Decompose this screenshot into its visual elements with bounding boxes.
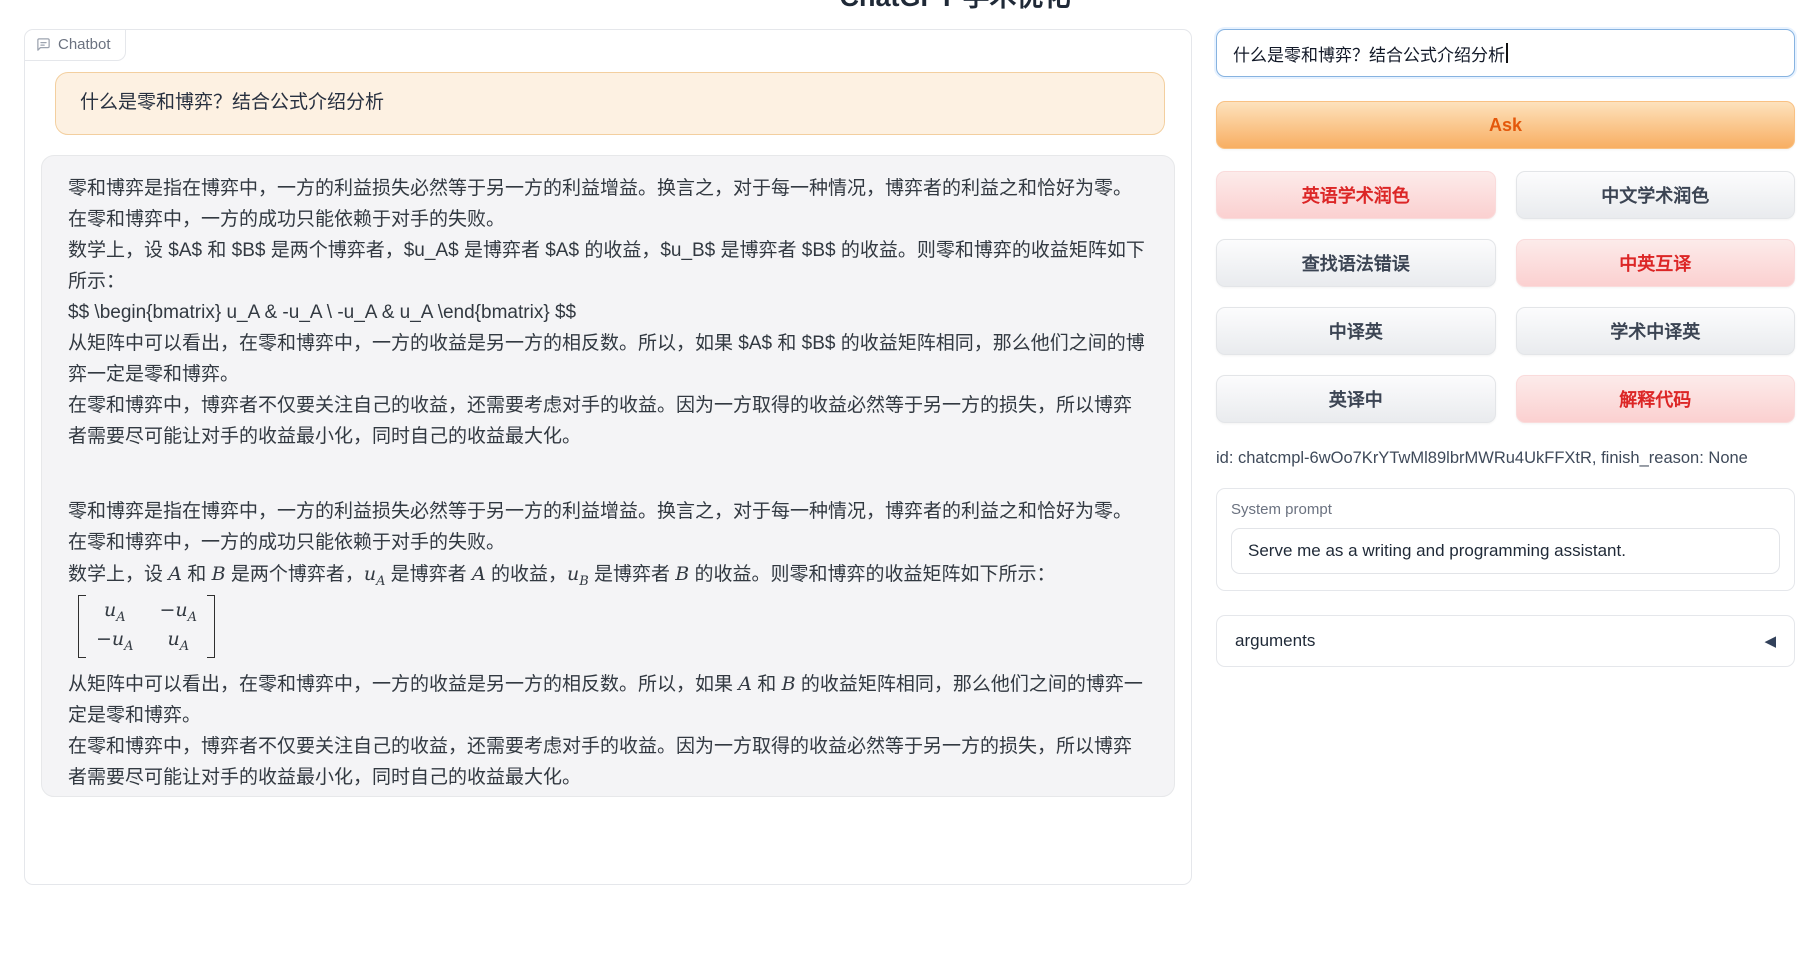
bot-paragraph: 零和博弈是指在博弈中，一方的利益损失必然等于另一方的利益增益。换言之，对于每一种… — [68, 497, 1148, 559]
bot-latex-formula: $$ \begin{bmatrix} u_A & -u_A \ -u_A & u… — [68, 298, 1148, 329]
bot-paragraph-math: 从矩阵中可以看出，在零和博弈中，一方的收益是另一方的相反数。所以，如果 A 和 … — [68, 669, 1148, 732]
arguments-accordion[interactable]: arguments ◀ — [1216, 615, 1795, 667]
bot-paragraph: 数学上，设 $A$ 和 $B$ 是两个博弈者，$u_A$ 是博弈者 $A$ 的收… — [68, 236, 1148, 298]
fn-button-zh-en-mutual-translate[interactable]: 中英互译 — [1516, 239, 1796, 287]
fn-button-zh-to-en[interactable]: 中译英 — [1216, 307, 1496, 355]
payoff-matrix: uA −uA −uA uA — [78, 595, 215, 657]
ask-button[interactable]: Ask — [1216, 101, 1795, 149]
chatbot-panel: Chatbot 什么是零和博弈？结合公式介绍分析 零和博弈是指在博弈中，一方的利… — [24, 29, 1192, 885]
bot-message: 零和博弈是指在博弈中，一方的利益损失必然等于另一方的利益增益。换言之，对于每一种… — [41, 155, 1175, 797]
arguments-accordion-label: arguments — [1235, 631, 1315, 651]
chatbot-scroll-area[interactable]: 什么是零和博弈？结合公式介绍分析 零和博弈是指在博弈中，一方的利益损失必然等于另… — [25, 30, 1191, 884]
bot-paragraph: 在零和博弈中，博弈者不仅要关注自己的收益，还需要考虑对手的收益。因为一方取得的收… — [68, 391, 1148, 453]
page-title: ChatGPT 学术优化 — [48, 0, 1814, 14]
function-button-grid: 英语学术润色 中文学术润色 查找语法错误 中英互译 中译英 学术中译英 英译中 … — [1216, 171, 1795, 423]
text-cursor — [1506, 43, 1508, 63]
bot-paragraph: 在零和博弈中，博弈者不仅要关注自己的收益，还需要考虑对手的收益。因为一方取得的收… — [68, 732, 1148, 794]
controls-column: 什么是零和博弈？结合公式介绍分析 Ask 英语学术润色 中文学术润色 查找语法错… — [1216, 29, 1795, 885]
fn-button-explain-code[interactable]: 解释代码 — [1516, 375, 1796, 423]
bot-answer-rendered: 零和博弈是指在博弈中，一方的利益损失必然等于另一方的利益增益。换言之，对于每一种… — [68, 497, 1148, 794]
bot-answer-raw: 零和博弈是指在博弈中，一方的利益损失必然等于另一方的利益增益。换言之，对于每一种… — [68, 174, 1148, 453]
fn-button-chinese-academic-polish[interactable]: 中文学术润色 — [1516, 171, 1796, 219]
bot-paragraph: 零和博弈是指在博弈中，一方的利益损失必然等于另一方的利益增益。换言之，对于每一种… — [68, 174, 1148, 236]
fn-button-academic-zh-to-en[interactable]: 学术中译英 — [1516, 307, 1796, 355]
matrix-bracket-left — [78, 595, 86, 657]
app-root: ChatGPT 学术优化 Chatbot 什么是零和博弈？结合公式介绍分析 零和… — [0, 0, 1814, 961]
fn-button-find-grammar-errors[interactable]: 查找语法错误 — [1216, 239, 1496, 287]
bot-paragraph: 从矩阵中可以看出，在零和博弈中，一方的收益是另一方的相反数。所以，如果 $A$ … — [68, 329, 1148, 391]
chatbot-label: Chatbot — [25, 30, 126, 61]
chat-bubble-icon — [36, 37, 51, 52]
system-prompt-input[interactable] — [1231, 528, 1780, 574]
question-input[interactable]: 什么是零和博弈？结合公式介绍分析 — [1216, 29, 1795, 77]
matrix-bracket-right — [207, 595, 215, 657]
question-input-value: 什么是零和博弈？结合公式介绍分析 — [1233, 41, 1505, 66]
fn-button-english-academic-polish[interactable]: 英语学术润色 — [1216, 171, 1496, 219]
fn-button-en-to-zh[interactable]: 英译中 — [1216, 375, 1496, 423]
bot-paragraph-math: 数学上，设 A 和 B 是两个博弈者，uA 是博弈者 A 的收益，uB 是博弈者… — [68, 559, 1148, 592]
user-message: 什么是零和博弈？结合公式介绍分析 — [55, 72, 1165, 135]
status-line: id: chatcmpl-6wOo7KrYTwMl89lbrMWRu4UkFFX… — [1216, 449, 1795, 468]
main-row: Chatbot 什么是零和博弈？结合公式介绍分析 零和博弈是指在博弈中，一方的利… — [24, 29, 1795, 885]
accordion-collapse-icon: ◀ — [1764, 632, 1776, 650]
system-prompt-label: System prompt — [1231, 501, 1780, 518]
system-prompt-card: System prompt — [1216, 488, 1795, 591]
chatbot-label-text: Chatbot — [58, 36, 111, 53]
